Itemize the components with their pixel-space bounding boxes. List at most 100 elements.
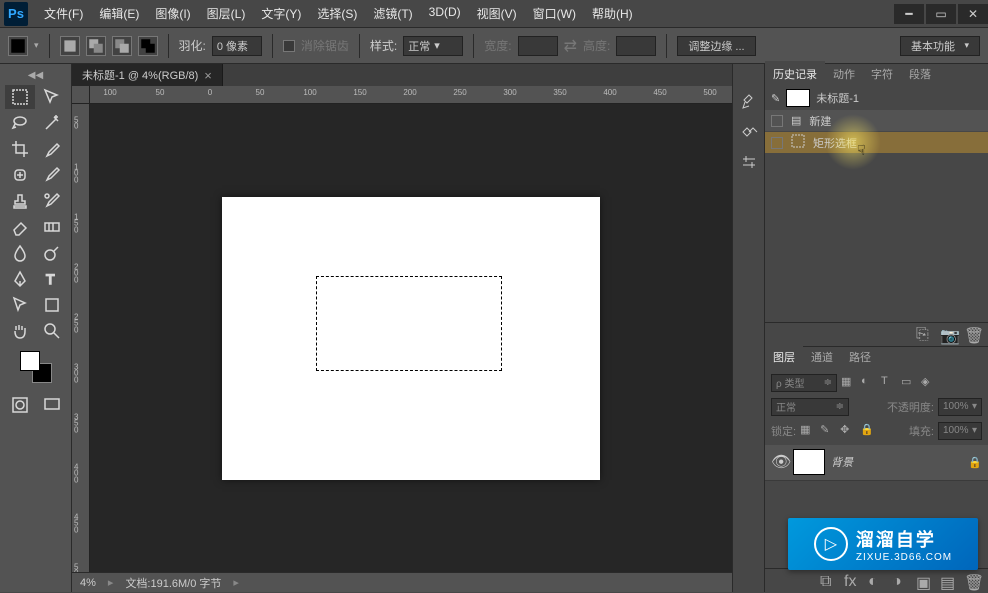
color-swatches[interactable] (20, 351, 52, 383)
filter-pixel-icon[interactable]: ▦ (841, 375, 857, 391)
group-icon[interactable]: ▣ (916, 573, 932, 589)
style-dropdown[interactable]: 正常▾ (403, 36, 463, 56)
blur-tool[interactable] (5, 241, 35, 265)
filter-shape-icon[interactable]: ▭ (901, 375, 917, 391)
screenmode-tool[interactable] (37, 393, 67, 417)
lock-all-icon[interactable]: 🔒 (860, 423, 876, 439)
history-check[interactable] (771, 115, 783, 127)
panel-tab[interactable]: 历史记录 (765, 61, 825, 86)
menu-item[interactable]: 图层(L) (199, 1, 254, 26)
panel-tab[interactable]: 字符 (863, 61, 901, 86)
trash-icon[interactable]: 🗑 (964, 326, 980, 342)
selection-add-icon[interactable] (86, 36, 106, 56)
history-item[interactable]: 矩形选框☟ (765, 132, 988, 154)
new-layer-icon[interactable]: ▤ (940, 573, 956, 589)
marquee-tool[interactable] (5, 85, 35, 109)
new-snapshot-icon[interactable]: ⎘ (916, 326, 932, 342)
selection-intersect-icon[interactable] (138, 36, 158, 56)
mask-icon[interactable]: ◐ (868, 573, 884, 589)
hand-tool[interactable] (5, 319, 35, 343)
filter-type-icon[interactable]: T (881, 375, 897, 391)
magic-wand-tool[interactable] (37, 111, 67, 135)
fx-icon[interactable]: fx (844, 573, 860, 589)
brush-panel-icon[interactable] (737, 90, 761, 114)
menu-item[interactable]: 窗口(W) (525, 1, 584, 26)
adjustment-icon[interactable]: ◑ (892, 573, 908, 589)
history-item-label: 新建 (809, 113, 831, 129)
doc-info[interactable]: 文档:191.6M/0 字节 (125, 575, 221, 591)
zoom-tool[interactable] (37, 319, 67, 343)
marquee-tool-preset-icon[interactable] (8, 36, 28, 56)
menu-item[interactable]: 文件(F) (36, 1, 91, 26)
layer-filter-dropdown[interactable]: ρ 类型≑ (771, 374, 837, 392)
link-icon[interactable]: ⧉ (820, 573, 836, 589)
history-brush-tool[interactable] (37, 189, 67, 213)
tab-close-icon[interactable]: × (204, 68, 212, 83)
dodge-tool[interactable] (37, 241, 67, 265)
delete-layer-icon[interactable]: 🗑 (964, 573, 980, 589)
lock-trans-icon[interactable]: ▦ (800, 423, 816, 439)
eyedropper-tool[interactable] (37, 137, 67, 161)
close-button[interactable]: ✕ (958, 4, 988, 24)
menu-item[interactable]: 编辑(E) (91, 1, 147, 26)
lock-icon: 🔒 (968, 456, 982, 469)
feather-input[interactable] (212, 36, 262, 56)
menu-item[interactable]: 选择(S) (309, 1, 365, 26)
workspace: ◀◀ T 未标题-1 @ 4%(RGB/8) × 100500501001502… (0, 64, 988, 592)
visibility-icon[interactable]: 👁 (771, 452, 787, 472)
panel-tab[interactable]: 动作 (825, 61, 863, 86)
menu-item[interactable]: 视图(V) (469, 1, 525, 26)
fill-input[interactable]: 100%▾ (938, 422, 982, 440)
document-tab-title: 未标题-1 @ 4%(RGB/8) (82, 67, 198, 83)
layer-item-background[interactable]: 👁 背景 🔒 (765, 445, 988, 481)
healing-tool[interactable] (5, 163, 35, 187)
document-tab[interactable]: 未标题-1 @ 4%(RGB/8) × (72, 64, 223, 86)
lasso-tool[interactable] (5, 111, 35, 135)
shape-tool[interactable] (37, 293, 67, 317)
blend-mode-dropdown[interactable]: 正常≑ (771, 398, 849, 416)
camera-icon[interactable]: 📷 (940, 326, 956, 342)
foreground-color[interactable] (20, 351, 40, 371)
menu-item[interactable]: 3D(D) (421, 1, 469, 26)
history-doc-header[interactable]: ✎ 未标题-1 (765, 86, 988, 110)
panel-tab[interactable]: 图层 (765, 344, 803, 369)
path-select-tool[interactable] (5, 293, 35, 317)
panel-tab[interactable]: 段落 (901, 61, 939, 86)
history-check[interactable] (771, 137, 783, 149)
watermark-url: ZIXUE.3D66.COM (856, 552, 952, 563)
crop-tool[interactable] (5, 137, 35, 161)
gradient-tool[interactable] (37, 215, 67, 239)
menu-item[interactable]: 滤镜(T) (365, 1, 420, 26)
brush-tool[interactable] (37, 163, 67, 187)
canvas-viewport[interactable] (90, 104, 732, 572)
pen-tool[interactable] (5, 267, 35, 291)
filter-adjust-icon[interactable]: ◐ (861, 375, 877, 391)
minimize-button[interactable]: ━ (894, 4, 924, 24)
menu-item[interactable]: 图像(I) (147, 1, 198, 26)
clone-panel-icon[interactable] (737, 120, 761, 144)
zoom-level[interactable]: 4% (80, 577, 96, 589)
menu-item[interactable]: 文字(Y) (253, 1, 309, 26)
panel-tab[interactable]: 路径 (841, 344, 879, 369)
ruler-tick: 500 (74, 564, 86, 572)
opacity-input[interactable]: 100%▾ (938, 398, 982, 416)
type-tool[interactable]: T (37, 267, 67, 291)
refine-edge-button[interactable]: 调整边缘 ... (677, 36, 755, 56)
menu-item[interactable]: 帮助(H) (584, 1, 641, 26)
adjust-panel-icon[interactable] (737, 150, 761, 174)
maximize-button[interactable]: ▭ (926, 4, 956, 24)
stamp-tool[interactable] (5, 189, 35, 213)
lock-paint-icon[interactable]: ✎ (820, 423, 836, 439)
history-item[interactable]: ▤新建 (765, 110, 988, 132)
ruler-tick: 250 (74, 314, 86, 333)
workspace-switcher[interactable]: 基本功能▾ (900, 36, 980, 56)
selection-new-icon[interactable] (60, 36, 80, 56)
ruler-tick: 400 (603, 88, 616, 97)
panel-tab[interactable]: 通道 (803, 344, 841, 369)
eraser-tool[interactable] (5, 215, 35, 239)
filter-smart-icon[interactable]: ◈ (921, 375, 937, 391)
move-tool[interactable] (37, 85, 67, 109)
quickmask-tool[interactable] (5, 393, 35, 417)
lock-pos-icon[interactable]: ✥ (840, 423, 856, 439)
selection-sub-icon[interactable] (112, 36, 132, 56)
